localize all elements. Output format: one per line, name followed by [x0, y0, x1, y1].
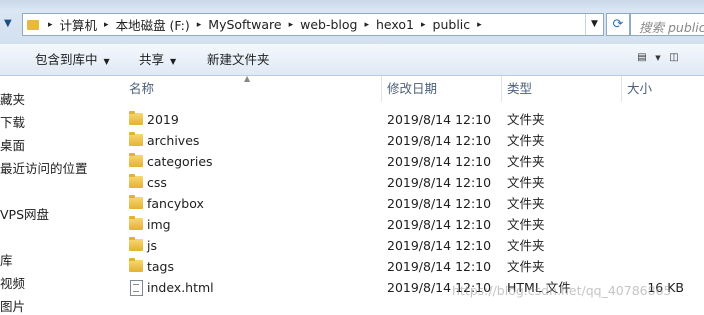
nav-item-downloads[interactable]: 下载	[0, 112, 25, 131]
command-bar: 包含到库中 ▼ 共享 ▼ 新建文件夹 ▤ ▼ ◫	[0, 44, 704, 76]
nav-item-vps-disk[interactable]: VPS网盘	[0, 204, 49, 223]
file-name: tags	[147, 259, 175, 274]
folder-icon	[129, 132, 143, 146]
breadcrumb-web-blog[interactable]: web-blog	[296, 17, 361, 32]
breadcrumb-hexo1[interactable]: hexo1	[372, 17, 418, 32]
column-header-name[interactable]: 名称	[129, 76, 154, 102]
table-row[interactable]: img 2019/8/14 12:10 文件夹	[125, 214, 704, 235]
folder-icon	[129, 258, 143, 272]
table-row[interactable]: archives 2019/8/14 12:10 文件夹	[125, 130, 704, 151]
nav-item-libraries[interactable]: 库	[0, 250, 13, 269]
refresh-icon: ⟳	[612, 17, 624, 32]
nav-item-favorites[interactable]: 藏夹	[0, 89, 25, 108]
chevron-down-icon: ▼	[170, 57, 177, 66]
nav-item-videos[interactable]: 视频	[0, 273, 25, 292]
breadcrumb: ▸ 计算机 ▸ 本地磁盘 (F:) ▸ MySoftware ▸ web-blo…	[25, 14, 485, 35]
file-name: js	[147, 238, 157, 253]
chevron-right-icon[interactable]: ▸	[361, 20, 372, 30]
file-modified: 2019/8/14 12:10	[387, 238, 492, 253]
file-type: 文件夹	[507, 175, 545, 190]
search-placeholder: 搜索 public	[639, 20, 704, 35]
file-modified: 2019/8/14 12:10	[387, 133, 492, 148]
column-divider[interactable]	[621, 76, 622, 102]
folder-icon	[129, 153, 143, 167]
table-row[interactable]: css 2019/8/14 12:10 文件夹	[125, 172, 704, 193]
file-name: 2019	[147, 112, 179, 127]
table-row[interactable]: categories 2019/8/14 12:10 文件夹	[125, 151, 704, 172]
file-modified: 2019/8/14 12:10	[387, 175, 492, 190]
file-name: categories	[147, 154, 213, 169]
column-header-modified[interactable]: 修改日期	[387, 76, 437, 102]
file-type: 文件夹	[507, 154, 545, 169]
file-name: fancybox	[147, 196, 204, 211]
nav-item-desktop[interactable]: 桌面	[0, 135, 25, 154]
file-type: 文件夹	[507, 217, 545, 232]
file-name: img	[147, 217, 171, 232]
file-modified: 2019/8/14 12:10	[387, 154, 492, 169]
recent-pages-dropdown-icon[interactable]: ▼	[4, 15, 20, 33]
column-header-size[interactable]: 大小	[627, 76, 652, 102]
view-controls: ▤ ▼ ◫	[634, 50, 682, 66]
column-header-type[interactable]: 类型	[507, 76, 532, 102]
html-file-icon	[129, 280, 143, 296]
chevron-right-icon[interactable]: ▸	[45, 20, 56, 30]
chevron-right-icon[interactable]: ▸	[418, 20, 429, 30]
share-label: 共享	[139, 52, 165, 67]
chevron-right-icon[interactable]: ▸	[194, 20, 205, 30]
chevron-down-icon: ▼	[103, 57, 110, 66]
breadcrumb-mysoftware[interactable]: MySoftware	[204, 17, 285, 32]
nav-item-pictures[interactable]: 图片	[0, 296, 25, 315]
file-modified: 2019/8/14 12:10	[387, 196, 492, 211]
title-bar	[0, 0, 704, 10]
include-in-library-label: 包含到库中	[35, 52, 98, 67]
address-dropdown-icon[interactable]: ▼	[585, 14, 603, 35]
table-row[interactable]: 2019 2019/8/14 12:10 文件夹	[125, 109, 704, 130]
table-row[interactable]: js 2019/8/14 12:10 文件夹	[125, 235, 704, 256]
chevron-down-icon[interactable]: ▼	[654, 50, 662, 66]
change-view-icon[interactable]: ▤	[634, 50, 650, 66]
nav-item-recent-places[interactable]: 最近访问的位置	[0, 158, 88, 177]
file-name: css	[147, 175, 167, 190]
breadcrumb-computer[interactable]: 计算机	[56, 15, 102, 34]
column-divider[interactable]	[381, 76, 382, 102]
file-modified: 2019/8/14 12:10	[387, 112, 492, 127]
chevron-right-icon[interactable]: ▸	[474, 20, 485, 30]
breadcrumb-drive[interactable]: 本地磁盘 (F:)	[112, 15, 194, 34]
folder-icon	[27, 19, 39, 30]
address-bar[interactable]: ▸ 计算机 ▸ 本地磁盘 (F:) ▸ MySoftware ▸ web-blo…	[22, 13, 604, 36]
file-type: 文件夹	[507, 133, 545, 148]
file-name: index.html	[147, 280, 214, 295]
new-folder-label: 新建文件夹	[207, 52, 270, 67]
file-modified: 2019/8/14 12:10	[387, 259, 492, 274]
navigation-pane: 藏夹 下载 桌面 最近访问的位置 VPS网盘 库 视频 图片	[0, 76, 108, 315]
chevron-right-icon[interactable]: ▸	[101, 20, 112, 30]
include-in-library-button[interactable]: 包含到库中 ▼	[35, 44, 110, 75]
file-type: 文件夹	[507, 196, 545, 211]
folder-icon	[129, 174, 143, 188]
breadcrumb-public[interactable]: public	[429, 17, 475, 32]
watermark: https://blog.csdn.net/qq_40786865	[452, 283, 672, 298]
refresh-button[interactable]: ⟳	[606, 13, 630, 36]
search-input[interactable]: 搜索 public	[630, 13, 704, 36]
file-modified: 2019/8/14 12:10	[387, 217, 492, 232]
folder-icon	[129, 195, 143, 209]
share-button[interactable]: 共享 ▼	[139, 44, 176, 75]
new-folder-button[interactable]: 新建文件夹	[207, 44, 270, 75]
file-type: 文件夹	[507, 238, 545, 253]
file-name: archives	[147, 133, 200, 148]
sort-ascending-icon: ▲	[244, 74, 251, 83]
column-divider[interactable]	[501, 76, 502, 102]
preview-pane-icon[interactable]: ◫	[666, 50, 682, 66]
table-row[interactable]: tags 2019/8/14 12:10 文件夹	[125, 256, 704, 277]
folder-icon	[129, 111, 143, 125]
folder-icon	[129, 237, 143, 251]
file-type: 文件夹	[507, 259, 545, 274]
folder-icon	[129, 216, 143, 230]
file-type: 文件夹	[507, 112, 545, 127]
table-row[interactable]: fancybox 2019/8/14 12:10 文件夹	[125, 193, 704, 214]
chevron-right-icon[interactable]: ▸	[286, 20, 297, 30]
